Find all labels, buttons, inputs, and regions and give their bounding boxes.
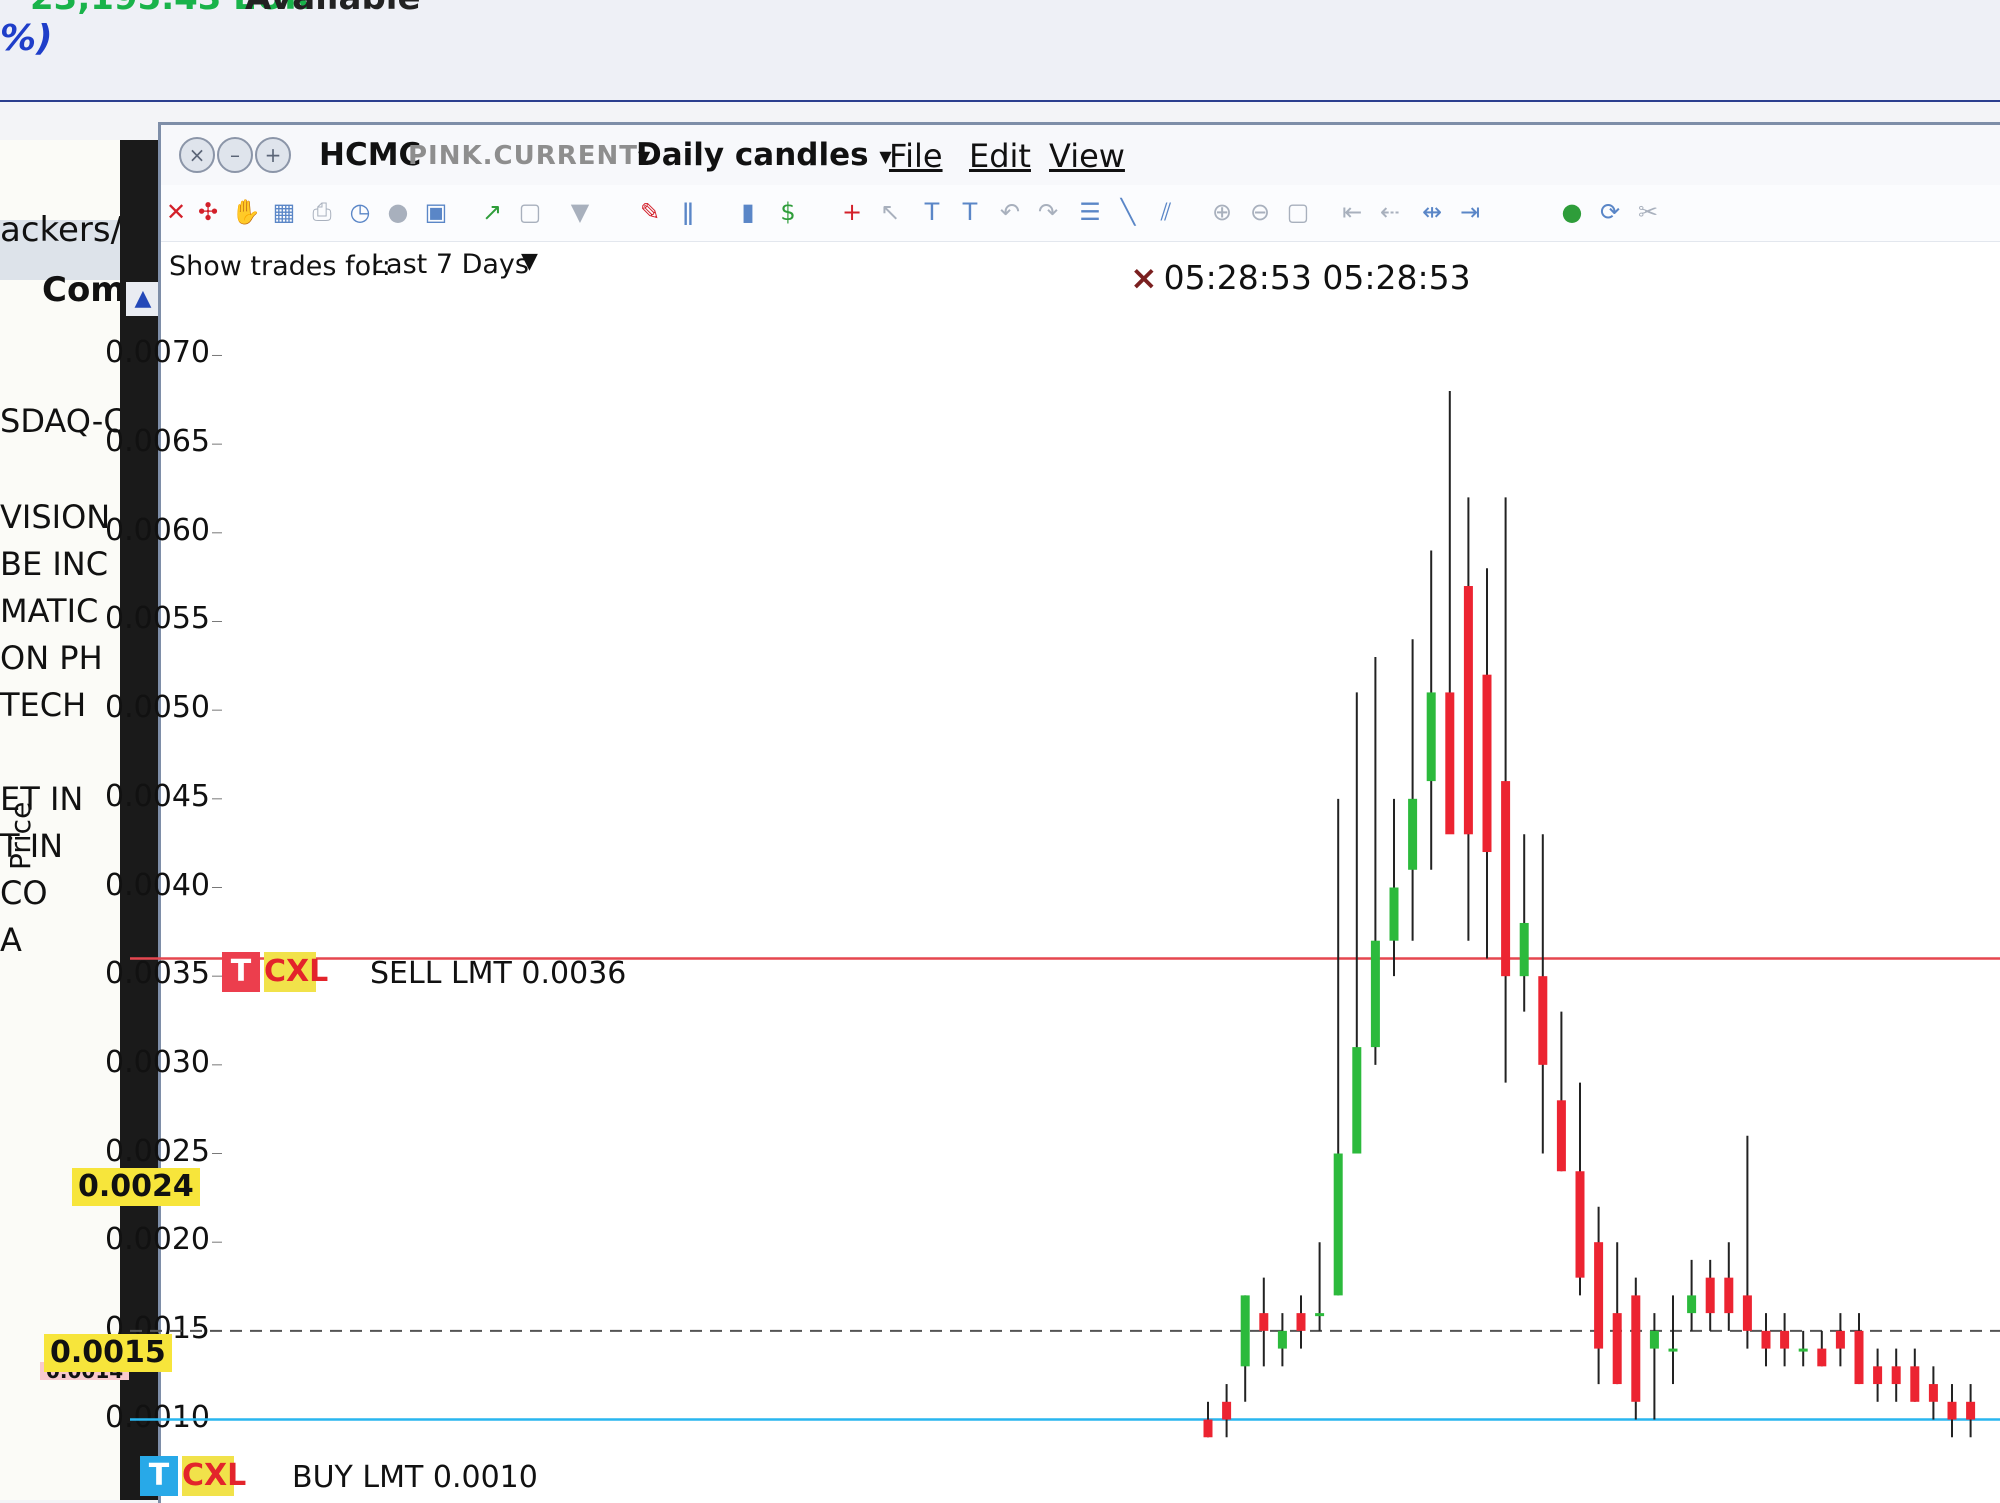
candle-body [1631, 1295, 1641, 1402]
candle-body [1408, 798, 1418, 870]
candle-body [1538, 976, 1548, 1065]
candle-body [1259, 1313, 1269, 1331]
clear-cursor-icon[interactable]: × [1130, 258, 1158, 297]
candle-body [1705, 1277, 1715, 1314]
candle-body [1315, 1313, 1325, 1317]
candle-body [1612, 1313, 1622, 1385]
candle-body [1333, 1153, 1343, 1296]
cursor-time-text: 05:28:53 05:28:53 [1163, 258, 1471, 297]
candle-body [1426, 692, 1436, 782]
cursor-time-readout: × 05:28:53 05:28:53 [1130, 258, 1471, 297]
candle-body [1556, 1100, 1566, 1172]
candle-body [1780, 1330, 1790, 1349]
candle-body [1240, 1295, 1250, 1367]
candle-body [1910, 1366, 1920, 1402]
candle-body [1817, 1348, 1827, 1367]
candle-body [1835, 1330, 1845, 1349]
candle-body [1854, 1330, 1864, 1385]
sell-order-label: SELL LMT 0.0036 [370, 956, 627, 991]
candle-body [1594, 1242, 1604, 1349]
candle-body [1370, 940, 1380, 1048]
candle-body [1463, 586, 1473, 835]
candle-body [1649, 1330, 1659, 1349]
candle-body [1928, 1384, 1938, 1402]
sell-order-cancel-button[interactable]: CXL [264, 952, 328, 992]
candle-body [1891, 1366, 1901, 1385]
candle-body [1575, 1171, 1585, 1278]
candle-body [1519, 922, 1529, 977]
candle-body [1873, 1366, 1883, 1385]
candle-body [1668, 1348, 1678, 1352]
last-price-marker: 0.0024 [72, 1168, 200, 1206]
candle-body [1742, 1295, 1752, 1331]
candlestick-chart[interactable] [0, 0, 2000, 1500]
candle-body [1501, 781, 1511, 977]
candle-body [1687, 1295, 1697, 1314]
candle-body [1724, 1277, 1734, 1314]
candle-body [1798, 1348, 1808, 1352]
candle-body [1222, 1401, 1232, 1420]
candle-body [1445, 692, 1455, 835]
buy-order-label: BUY LMT 0.0010 [292, 1460, 538, 1495]
candle-body [1277, 1330, 1287, 1349]
candle-body [1482, 674, 1492, 853]
candle-body [1761, 1330, 1771, 1349]
candle-body [1296, 1313, 1306, 1331]
candle-body [1389, 887, 1399, 941]
buy-order-cancel-button[interactable]: CXL [182, 1456, 246, 1496]
sell-order-transmit-button[interactable]: T [222, 952, 260, 992]
reference-price-marker: 0.0015 [44, 1334, 172, 1372]
candle-body [1352, 1047, 1362, 1154]
buy-order-transmit-button[interactable]: T [140, 1456, 178, 1496]
candle-body [1966, 1401, 1976, 1420]
candle-body [1947, 1401, 1957, 1420]
candle-body [1203, 1419, 1213, 1438]
